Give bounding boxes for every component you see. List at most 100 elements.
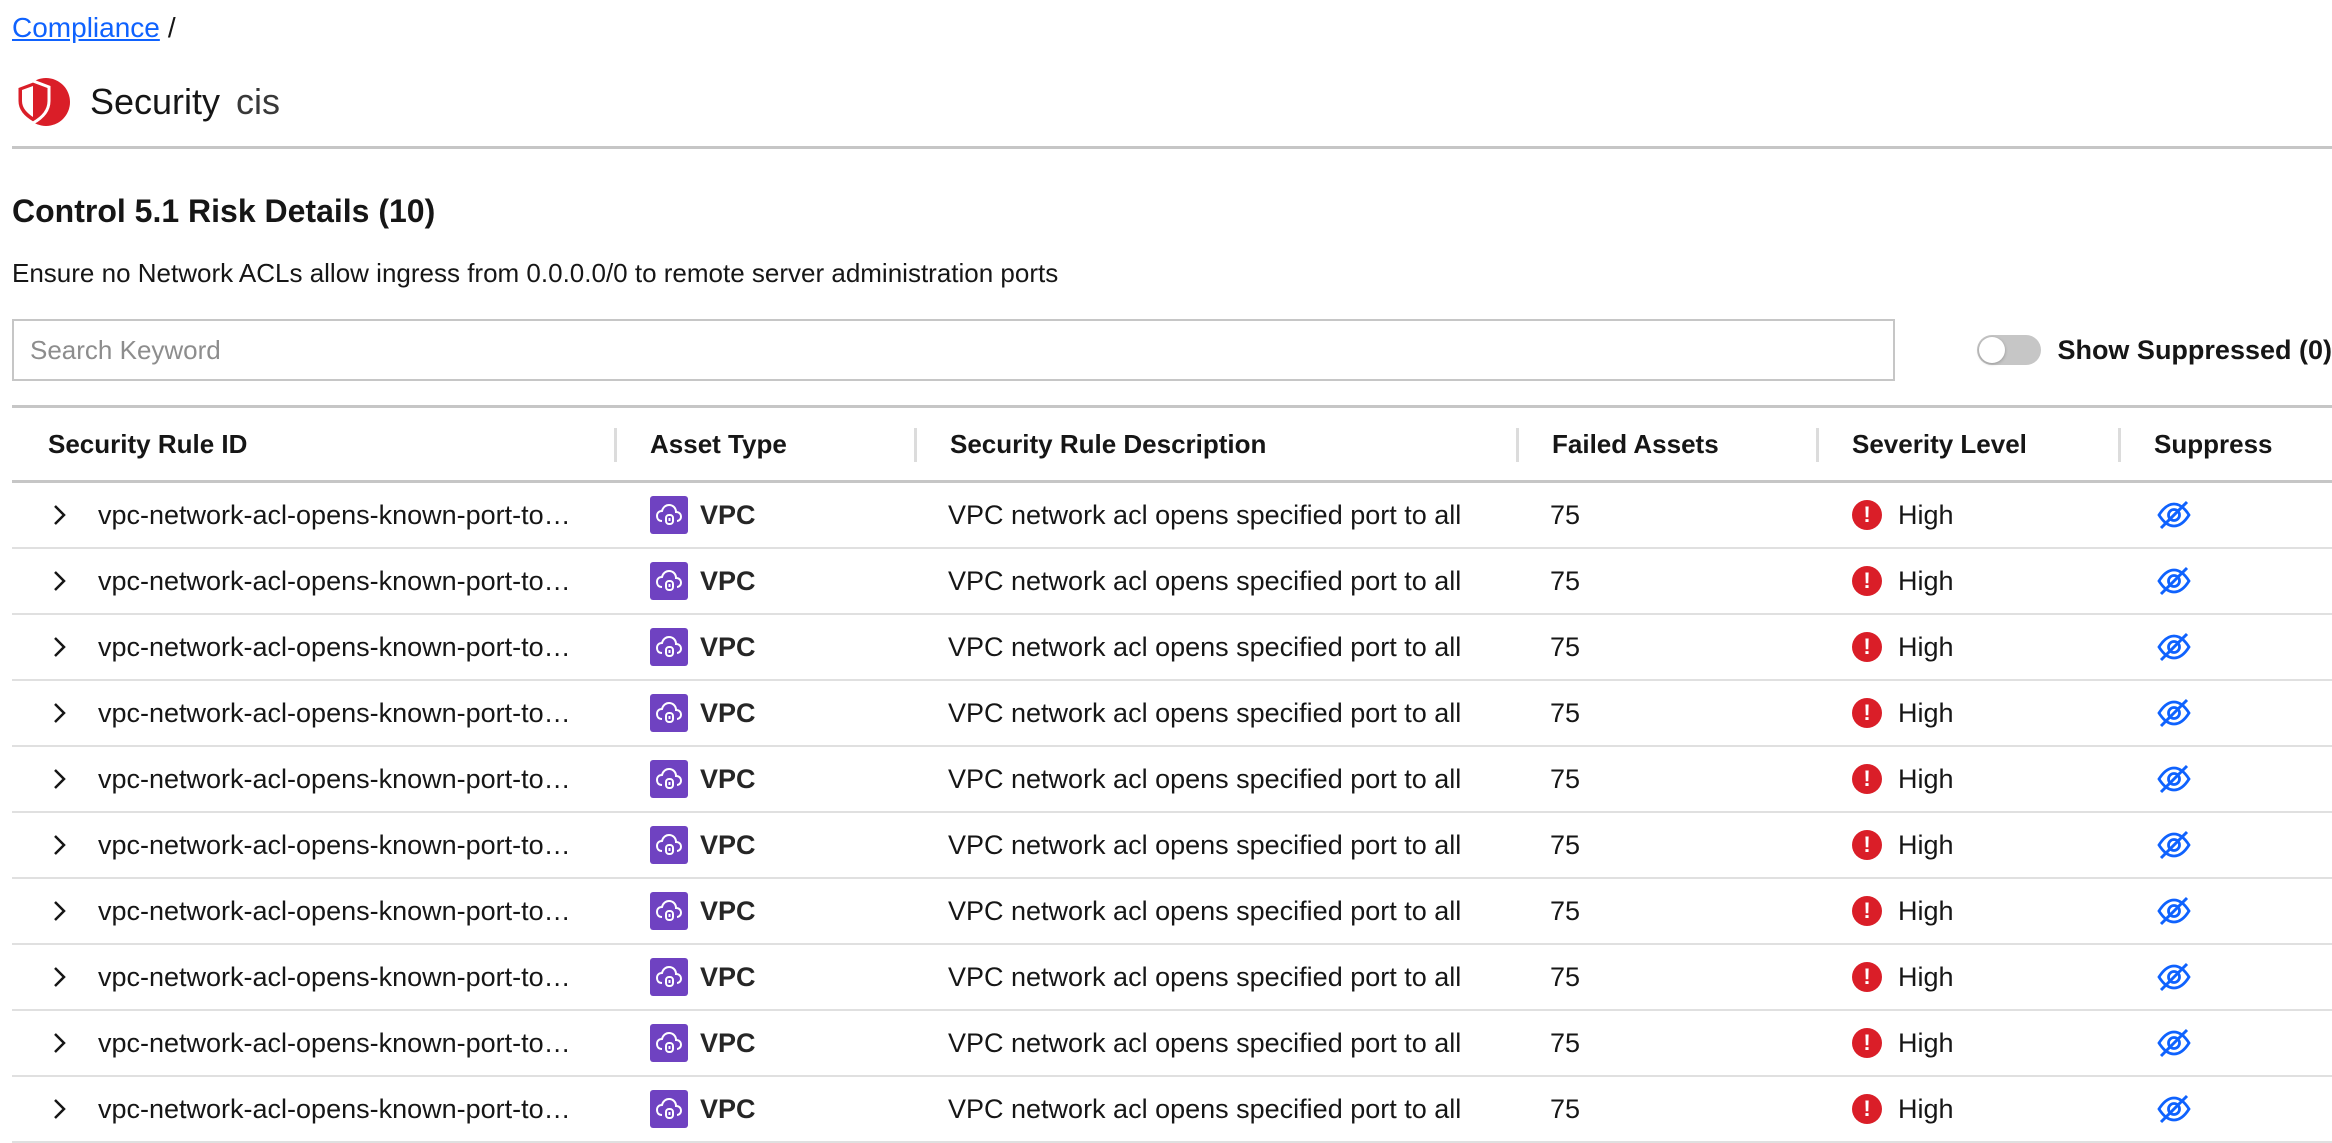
severity-label: High [1898,895,1954,926]
vpc-cloud-icon [650,1024,688,1062]
risk-table: Security Rule ID Asset Type Security Rul… [12,405,2332,1143]
chevron-right-icon[interactable] [48,833,72,857]
cell-failed-assets: 75 [1550,961,1581,992]
breadcrumb: Compliance / [12,0,2332,56]
vpc-cloud-icon [650,826,688,864]
chevron-right-icon[interactable] [48,899,72,923]
cell-severity: ! High [1816,747,2118,811]
chevron-right-icon[interactable] [48,965,72,989]
cell-suppress [2118,549,2332,613]
cell-description: VPC network acl opens specified port to … [948,697,1462,728]
asset-type-label: VPC [700,697,756,728]
chevron-right-icon[interactable] [48,635,72,659]
column-header-asset-type: Asset Type [614,408,914,480]
cell-asset-type: VPC [614,615,914,679]
show-suppressed-toggle[interactable] [1977,335,2042,365]
severity-label: High [1898,499,1954,530]
cell-rule-id: vpc-network-acl-opens-known-port-to… [12,945,614,1009]
view-off-icon[interactable] [2154,495,2194,535]
table-row: vpc-network-acl-opens-known-port-to… VPC… [12,549,2332,615]
cell-rule-id: vpc-network-acl-opens-known-port-to… [12,747,614,811]
cell-severity: ! High [1816,549,2118,613]
column-header-rule-id: Security Rule ID [48,428,248,459]
table-row: vpc-network-acl-opens-known-port-to… VPC… [12,615,2332,681]
chevron-right-icon[interactable] [48,701,72,725]
chevron-right-icon[interactable] [48,503,72,527]
chevron-right-icon[interactable] [48,569,72,593]
cell-suppress [2118,813,2332,877]
column-header-suppress: Suppress [2118,408,2332,480]
cell-asset-type: VPC [614,813,914,877]
cell-rule-id: vpc-network-acl-opens-known-port-to… [12,1077,614,1141]
error-filled-icon: ! [1852,830,1882,860]
cell-description: VPC network acl opens specified port to … [948,961,1462,992]
cell-failed-assets: 75 [1550,895,1581,926]
chevron-right-icon[interactable] [48,1097,72,1121]
view-off-icon[interactable] [2154,1089,2194,1129]
cell-description: VPC network acl opens specified port to … [948,829,1462,860]
cell-suppress [2118,1011,2332,1075]
column-header-severity: Severity Level [1816,408,2118,480]
asset-type-label: VPC [700,1093,756,1124]
vpc-cloud-icon [650,628,688,666]
table-row: vpc-network-acl-opens-known-port-to… VPC… [12,945,2332,1011]
cell-suppress [2118,1077,2332,1141]
asset-type-label: VPC [700,631,756,662]
cell-rule-id: vpc-network-acl-opens-known-port-to… [12,1011,614,1075]
search-input[interactable] [12,319,1896,381]
view-off-icon[interactable] [2154,561,2194,601]
table-row: vpc-network-acl-opens-known-port-to… VPC… [12,747,2332,813]
cell-suppress [2118,747,2332,811]
show-suppressed-toggle-group: Show Suppressed (0) [1977,335,2332,366]
rule-id-text: vpc-network-acl-opens-known-port-to… [98,895,571,926]
cell-suppress [2118,879,2332,943]
vpc-cloud-icon [650,694,688,732]
rule-id-text: vpc-network-acl-opens-known-port-to… [98,829,571,860]
view-off-icon[interactable] [2154,1023,2194,1063]
table-row: vpc-network-acl-opens-known-port-to… VPC… [12,1077,2332,1143]
cell-description: VPC network acl opens specified port to … [948,1027,1462,1058]
severity-label: High [1898,763,1954,794]
chevron-right-icon[interactable] [48,1031,72,1055]
show-suppressed-label: Show Suppressed (0) [2057,334,2332,365]
page-header: Security cis [12,64,2332,149]
cell-rule-id: vpc-network-acl-opens-known-port-to… [12,549,614,613]
cell-failed-assets: 75 [1550,697,1581,728]
chevron-right-icon[interactable] [48,767,72,791]
cell-suppress [2118,483,2332,547]
cell-failed-assets: 75 [1550,829,1581,860]
asset-type-label: VPC [700,763,756,794]
rule-id-text: vpc-network-acl-opens-known-port-to… [98,565,571,596]
cell-failed-assets: 75 [1550,631,1581,662]
view-off-icon[interactable] [2154,759,2194,799]
cell-rule-id: vpc-network-acl-opens-known-port-to… [12,483,614,547]
rule-id-text: vpc-network-acl-opens-known-port-to… [98,1093,571,1124]
view-off-icon[interactable] [2154,627,2194,667]
asset-type-label: VPC [700,565,756,596]
severity-label: High [1898,697,1954,728]
cell-asset-type: VPC [614,549,914,613]
cell-suppress [2118,681,2332,745]
breadcrumb-link-compliance[interactable]: Compliance [12,12,160,44]
error-filled-icon: ! [1852,1028,1882,1058]
table-body: vpc-network-acl-opens-known-port-to… VPC… [12,483,2332,1143]
asset-type-label: VPC [700,1027,756,1058]
cell-severity: ! High [1816,1011,2118,1075]
severity-label: High [1898,1027,1954,1058]
table-row: vpc-network-acl-opens-known-port-to… VPC… [12,813,2332,879]
severity-label: High [1898,565,1954,596]
cell-severity: ! High [1816,681,2118,745]
vpc-cloud-icon [650,892,688,930]
view-off-icon[interactable] [2154,693,2194,733]
view-off-icon[interactable] [2154,825,2194,865]
severity-label: High [1898,961,1954,992]
vpc-cloud-icon [650,1090,688,1128]
view-off-icon[interactable] [2154,891,2194,931]
table-row: vpc-network-acl-opens-known-port-to… VPC… [12,483,2332,549]
cell-asset-type: VPC [614,483,914,547]
view-off-icon[interactable] [2154,957,2194,997]
vpc-cloud-icon [650,760,688,798]
toggle-knob [1979,337,2006,363]
vpc-cloud-icon [650,958,688,996]
rule-id-text: vpc-network-acl-opens-known-port-to… [98,631,571,662]
